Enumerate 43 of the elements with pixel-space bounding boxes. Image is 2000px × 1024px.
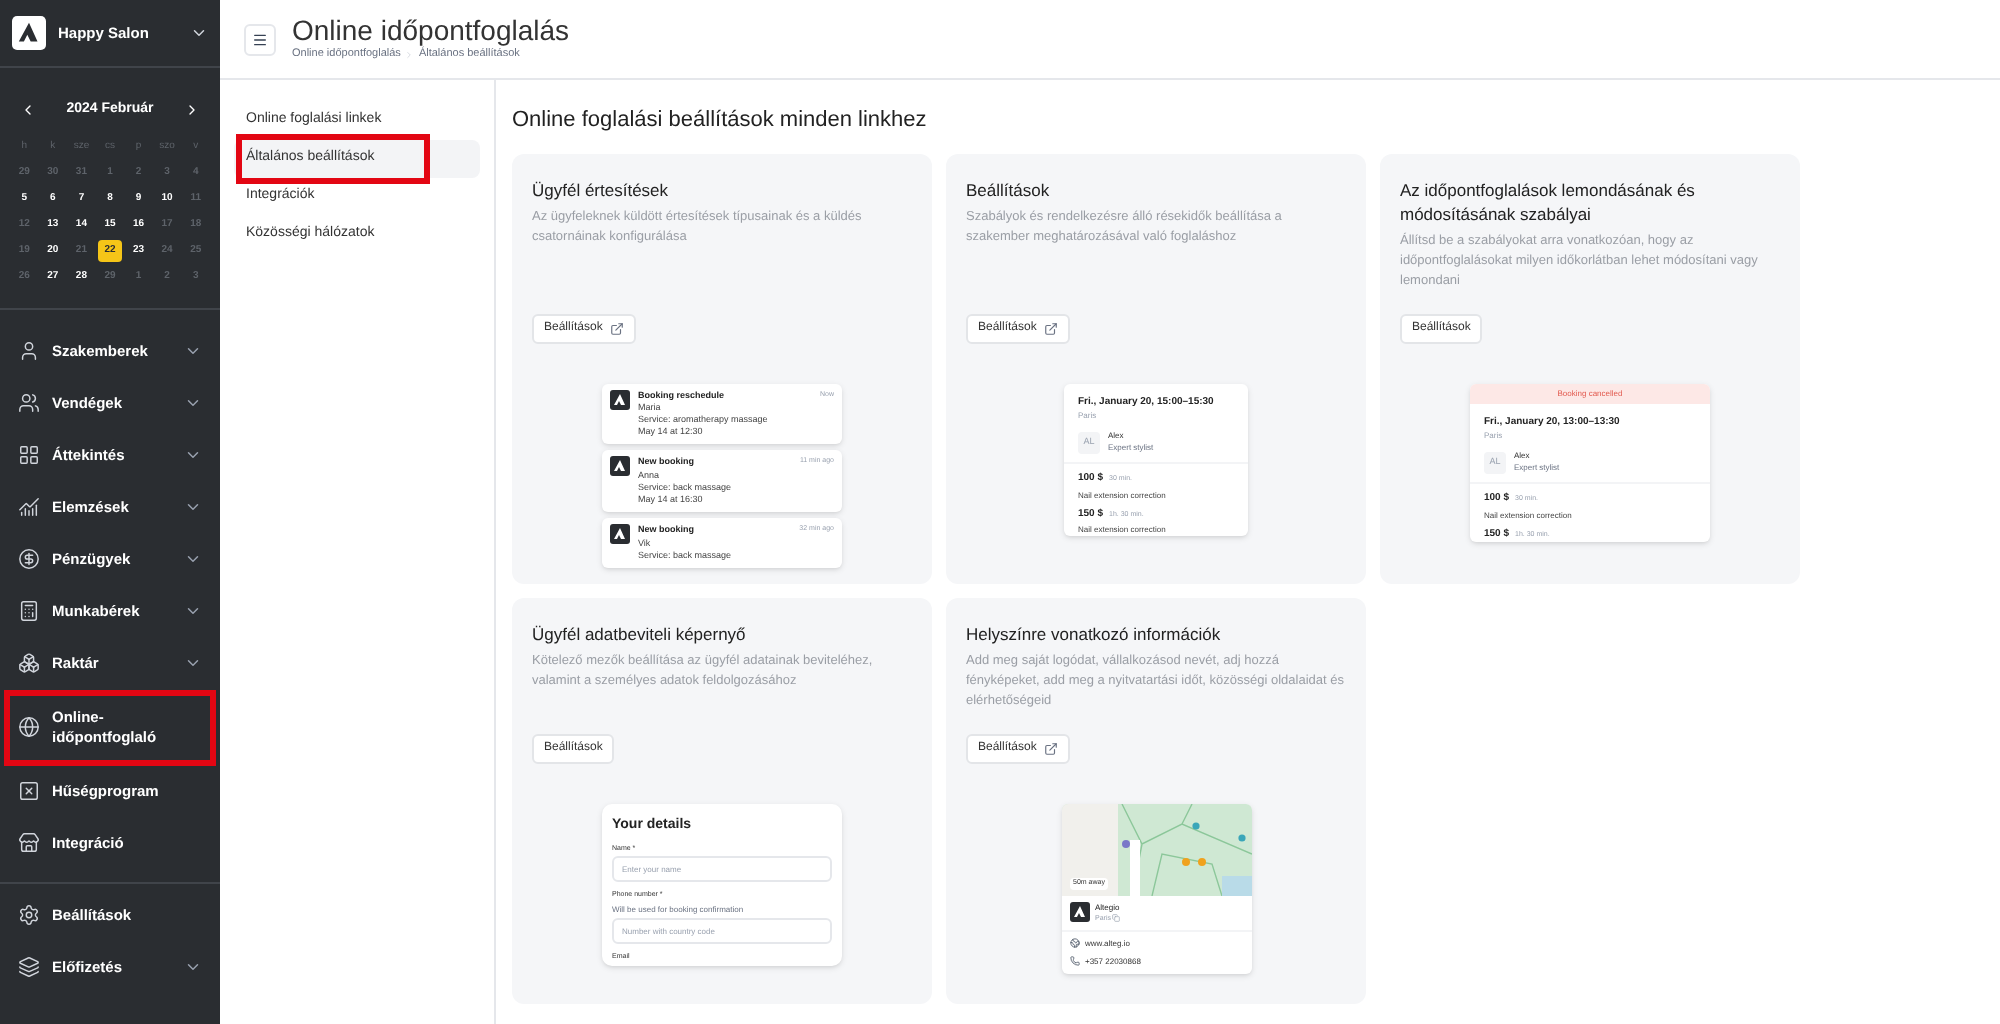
chevron-icon — [184, 602, 202, 620]
chevron-icon — [184, 446, 202, 464]
page-title: Online időpontfoglalás — [292, 14, 570, 47]
logo-icon — [12, 16, 46, 50]
card-title: Ügyfél adatbeviteli képernyő — [532, 621, 748, 645]
next-month-icon[interactable] — [184, 102, 200, 119]
phone-icon — [1069, 956, 1079, 967]
settings-icon — [18, 904, 40, 926]
dollar-icon — [18, 548, 40, 570]
globe-icon — [18, 716, 40, 738]
globe-icon — [1069, 938, 1079, 949]
logo-icon — [610, 456, 630, 477]
chevron-icon — [184, 654, 202, 672]
chevron-icon — [184, 394, 202, 412]
card-title: Az időpontfoglalások lemondásának és módosításának szabályai — [1400, 177, 1697, 225]
chevron-icon — [190, 24, 208, 42]
card-title: Ügyfél értesítések — [532, 177, 671, 201]
card-title: Helyszínre vonatkozó információk — [966, 621, 1223, 645]
logo-icon — [610, 524, 630, 544]
chevron-icon — [184, 958, 202, 976]
menu-icon — [252, 31, 268, 47]
external-link-icon — [1044, 741, 1059, 755]
calculator-icon — [18, 600, 40, 622]
previous-month-icon[interactable] — [20, 102, 36, 119]
chevron-icon — [184, 498, 202, 516]
menu-button[interactable] — [244, 23, 276, 55]
breadcrumb-separator-icon — [404, 50, 415, 60]
chevron-icon — [184, 550, 202, 568]
people-icon — [18, 392, 40, 414]
store-icon — [18, 832, 40, 854]
chart-icon — [18, 496, 40, 518]
square-x-icon — [18, 780, 40, 802]
logo-icon — [610, 389, 630, 409]
logo-icon — [1069, 902, 1089, 923]
person-icon — [18, 340, 40, 362]
external-link-icon — [610, 321, 625, 335]
grid-icon — [18, 444, 40, 466]
section-title: Online foglalási beállítások minden linkhez — [512, 106, 929, 136]
card-title: Beállítások — [966, 177, 1052, 201]
boxes-icon — [18, 652, 40, 674]
layers-icon — [18, 956, 40, 978]
external-link-icon — [1044, 321, 1059, 335]
chevron-icon — [184, 342, 202, 360]
